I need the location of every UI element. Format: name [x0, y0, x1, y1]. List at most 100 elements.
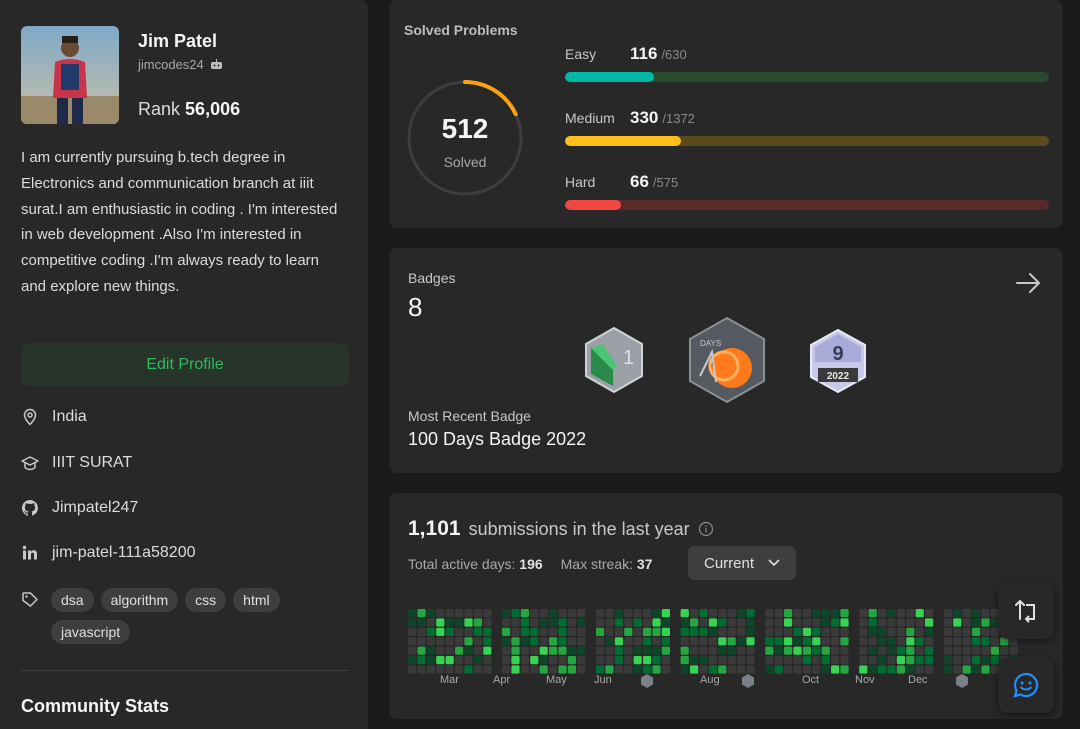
heatmap-cell[interactable] — [605, 646, 614, 655]
github-row[interactable]: Jimpatel247 — [21, 499, 138, 517]
heatmap-cell[interactable] — [746, 609, 755, 618]
heatmap-cell[interactable] — [840, 665, 849, 674]
heatmap-cell[interactable] — [746, 627, 755, 636]
heatmap-cell[interactable] — [577, 637, 586, 646]
heatmap-cell[interactable] — [972, 665, 981, 674]
heatmap-cell[interactable] — [614, 627, 623, 636]
heatmap-cell[interactable] — [821, 665, 830, 674]
heatmap-cell[interactable] — [680, 656, 689, 665]
heatmap-cell[interactable] — [643, 637, 652, 646]
heatmap-cell[interactable] — [868, 609, 877, 618]
heatmap-cell[interactable] — [549, 627, 558, 636]
heatmap-cell[interactable] — [624, 627, 633, 636]
heatmap-cell[interactable] — [737, 609, 746, 618]
heatmap-cell[interactable] — [981, 637, 990, 646]
heatmap-cell[interactable] — [426, 609, 435, 618]
heatmap-cell[interactable] — [483, 665, 492, 674]
heatmap-cell[interactable] — [708, 646, 717, 655]
heatmap-cell[interactable] — [887, 618, 896, 627]
heatmap-cell[interactable] — [821, 646, 830, 655]
heatmap-cell[interactable] — [558, 656, 567, 665]
heatmap-cell[interactable] — [887, 665, 896, 674]
heatmap-cell[interactable] — [426, 646, 435, 655]
heatmap-cell[interactable] — [699, 627, 708, 636]
heatmap-cell[interactable] — [539, 656, 548, 665]
heatmap-cell[interactable] — [520, 618, 529, 627]
heatmap-cell[interactable] — [455, 665, 464, 674]
heatmap-cell[interactable] — [426, 637, 435, 646]
heatmap-cell[interactable] — [793, 618, 802, 627]
heatmap-cell[interactable] — [633, 637, 642, 646]
heatmap-cell[interactable] — [784, 656, 793, 665]
heatmap-cell[interactable] — [530, 609, 539, 618]
heatmap-cell[interactable] — [972, 627, 981, 636]
heatmap-cell[interactable] — [821, 609, 830, 618]
heatmap-cell[interactable] — [896, 637, 905, 646]
chat-button[interactable] — [998, 657, 1054, 713]
heatmap-cell[interactable] — [962, 637, 971, 646]
heatmap-cell[interactable] — [426, 665, 435, 674]
heatmap-cell[interactable] — [539, 618, 548, 627]
heatmap-cell[interactable] — [859, 609, 868, 618]
info-icon[interactable] — [698, 521, 714, 537]
heatmap-cell[interactable] — [727, 618, 736, 627]
heatmap-cell[interactable] — [953, 646, 962, 655]
heatmap-cell[interactable] — [426, 627, 435, 636]
heatmap-cell[interactable] — [577, 656, 586, 665]
heatmap-cell[interactable] — [539, 637, 548, 646]
heatmap-cell[interactable] — [436, 646, 445, 655]
heatmap-cell[interactable] — [727, 646, 736, 655]
heatmap-cell[interactable] — [614, 646, 623, 655]
heatmap-cell[interactable] — [473, 609, 482, 618]
heatmap-cell[interactable] — [633, 665, 642, 674]
heatmap-cell[interactable] — [774, 637, 783, 646]
heatmap-cell[interactable] — [558, 646, 567, 655]
heatmap-cell[interactable] — [727, 665, 736, 674]
heatmap-cell[interactable] — [906, 656, 915, 665]
heatmap-cell[interactable] — [765, 665, 774, 674]
heatmap-cell[interactable] — [708, 618, 717, 627]
heatmap-cell[interactable] — [436, 637, 445, 646]
heatmap-cell[interactable] — [896, 618, 905, 627]
heatmap-cell[interactable] — [831, 618, 840, 627]
heatmap-cell[interactable] — [455, 609, 464, 618]
heatmap-cell[interactable] — [483, 637, 492, 646]
heatmap-cell[interactable] — [549, 637, 558, 646]
heatmap-cell[interactable] — [831, 637, 840, 646]
heatmap-cell[interactable] — [868, 665, 877, 674]
heatmap-cell[interactable] — [690, 656, 699, 665]
heatmap-cell[interactable] — [699, 656, 708, 665]
heatmap-cell[interactable] — [417, 646, 426, 655]
heatmap-cell[interactable] — [614, 618, 623, 627]
heatmap-cell[interactable] — [455, 618, 464, 627]
heatmap-cell[interactable] — [596, 609, 605, 618]
heatmap-cell[interactable] — [793, 637, 802, 646]
heatmap-cell[interactable] — [652, 618, 661, 627]
heatmap-cell[interactable] — [445, 627, 454, 636]
heatmap-cell[interactable] — [868, 618, 877, 627]
heatmap-cell[interactable] — [680, 665, 689, 674]
heatmap-cell[interactable] — [887, 627, 896, 636]
heatmap-cell[interactable] — [690, 609, 699, 618]
heatmap-cell[interactable] — [972, 656, 981, 665]
heatmap-cell[interactable] — [746, 656, 755, 665]
heatmap-cell[interactable] — [962, 627, 971, 636]
heatmap-cell[interactable] — [812, 656, 821, 665]
heatmap-cell[interactable] — [643, 665, 652, 674]
heatmap-cell[interactable] — [520, 627, 529, 636]
heatmap-cell[interactable] — [821, 656, 830, 665]
heatmap-cell[interactable] — [868, 627, 877, 636]
heatmap-cell[interactable] — [896, 609, 905, 618]
heatmap-cell[interactable] — [661, 627, 670, 636]
heatmap-cell[interactable] — [981, 665, 990, 674]
heatmap-cell[interactable] — [614, 609, 623, 618]
heatmap-cell[interactable] — [511, 637, 520, 646]
heatmap-cell[interactable] — [906, 646, 915, 655]
heatmap-cell[interactable] — [774, 656, 783, 665]
heatmap-cell[interactable] — [784, 646, 793, 655]
heatmap-cell[interactable] — [831, 609, 840, 618]
heatmap-cell[interactable] — [840, 618, 849, 627]
badge-marker-icon[interactable] — [956, 674, 968, 688]
heatmap-cell[interactable] — [840, 646, 849, 655]
heatmap-cell[interactable] — [699, 637, 708, 646]
